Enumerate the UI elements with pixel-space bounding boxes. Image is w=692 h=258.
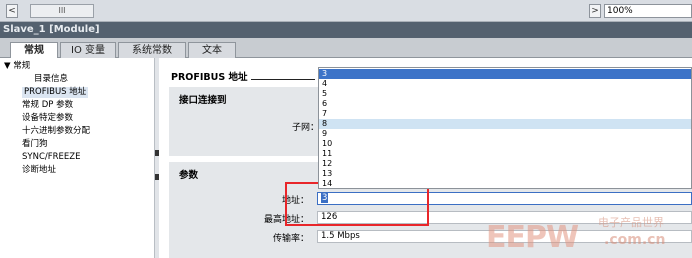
baud-rate-label: 传输率：	[272, 234, 309, 244]
section-heading-profibus: PROFIBUS 地址	[171, 72, 248, 83]
tree-item-catalog-info[interactable]: 目录信息	[34, 74, 68, 85]
subnet-label: 子网：	[291, 123, 319, 133]
horizontal-scrollbar[interactable]: < III > 100%	[0, 0, 692, 22]
tree-item-general[interactable]: ▼ 常规	[4, 61, 30, 72]
dropdown-option[interactable]: 9	[319, 129, 691, 139]
scroll-left-arrow-icon[interactable]: <	[6, 4, 18, 18]
scroll-thumb[interactable]: III	[30, 4, 94, 18]
dropdown-option[interactable]: 10	[319, 139, 691, 149]
dropdown-option[interactable]: 7	[319, 109, 691, 119]
zoom-level-field[interactable]: 100%	[604, 4, 692, 18]
dropdown-option[interactable]: 8	[319, 119, 691, 129]
watermark-url: .com.cn	[604, 232, 666, 248]
tab-strip: 常规 IO 变量 系统常数 文本	[0, 38, 692, 59]
tree-item-general-dp-params[interactable]: 常规 DP 参数	[22, 100, 73, 111]
tab-texts[interactable]: 文本	[188, 42, 236, 58]
parameters-section-title: 参数	[179, 170, 199, 181]
tree-item-hex-params[interactable]: 十六进制参数分配	[22, 126, 90, 137]
tree-item-profibus-address[interactable]: PROFIBUS 地址	[22, 87, 89, 98]
tree-item-device-params[interactable]: 设备特定参数	[22, 113, 73, 124]
dropdown-option[interactable]: 14	[319, 179, 691, 188]
dropdown-option[interactable]: 4	[319, 79, 691, 89]
dropdown-option[interactable]: 13	[319, 169, 691, 179]
tab-io-tags[interactable]: IO 变量	[60, 42, 116, 58]
tree-item-watchdog[interactable]: 看门狗	[22, 139, 48, 150]
scroll-right-arrow-icon[interactable]: >	[589, 4, 601, 18]
dropdown-option[interactable]: 12	[319, 159, 691, 169]
address-dropdown-list[interactable]: 3 4 5 6 7 8 9 10 11 12 13 14	[318, 67, 692, 189]
eepw-watermark: EEPW 电子产品世界 .com.cn	[486, 212, 692, 258]
tree-item-sync-freeze[interactable]: SYNC/FREEZE	[22, 152, 80, 163]
dropdown-option[interactable]: 6	[319, 99, 691, 109]
dropdown-option[interactable]: 11	[319, 149, 691, 159]
tab-general[interactable]: 常规	[10, 42, 58, 59]
heading-divider	[251, 79, 315, 80]
interface-section-title: 接口连接到	[179, 95, 227, 106]
dropdown-option[interactable]: 3	[319, 69, 691, 79]
tree-item-diag-address[interactable]: 诊断地址	[22, 165, 56, 176]
dropdown-option[interactable]: 5	[319, 89, 691, 99]
watermark-logo: EEPW	[486, 220, 579, 255]
inspector-title: Slave_1 [Module]	[0, 22, 692, 38]
watermark-tagline: 电子产品世界	[598, 216, 664, 229]
navigation-tree: ▼ 常规 目录信息 PROFIBUS 地址 常规 DP 参数 设备特定参数 十六…	[0, 58, 155, 258]
tab-system-constants[interactable]: 系统常数	[118, 42, 186, 58]
